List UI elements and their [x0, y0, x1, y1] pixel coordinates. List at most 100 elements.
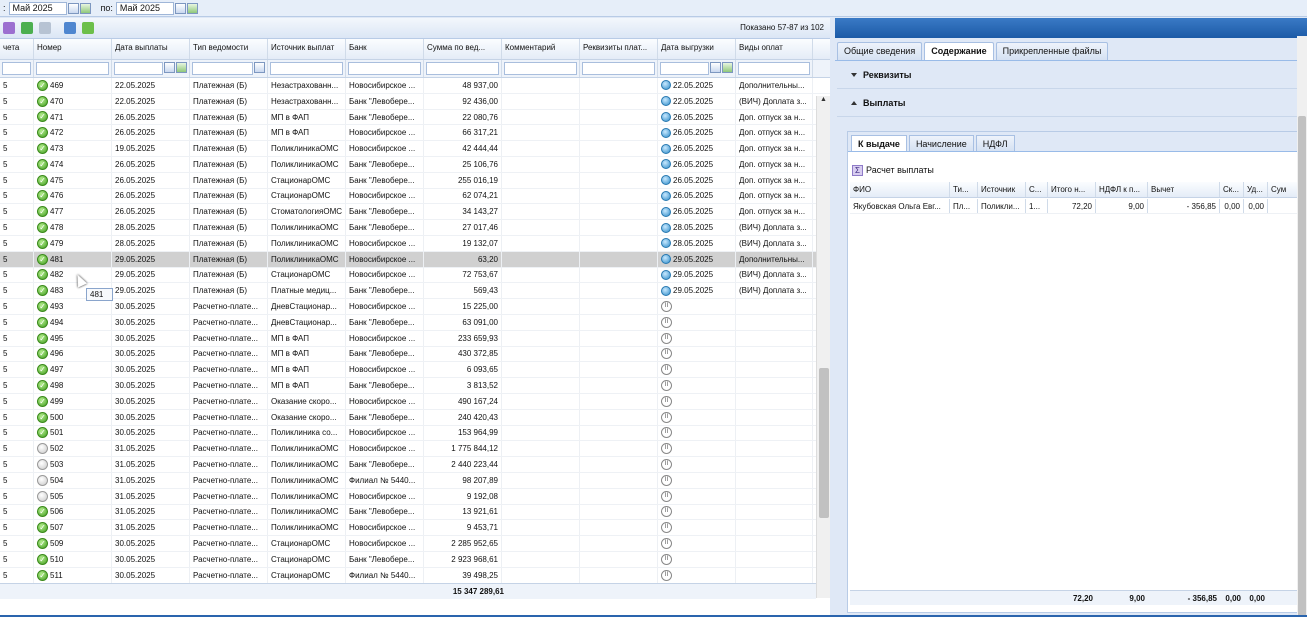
payments-column-header[interactable]: Уд... [1244, 182, 1268, 197]
table-row[interactable]: 5 ✓ 510 30.05.2025 Расчетно-плате... Стациона… [0, 551, 830, 568]
calendar-icon[interactable] [174, 2, 186, 14]
payments-row[interactable]: Якубовская Ольга Евг... Пл... Поликли... 1.… [850, 199, 1306, 214]
table-row[interactable]: 5 ✓ 472 26.05.2025 Платежная (Б) МП в ФАП Ново… [0, 125, 830, 142]
scroll-thumb[interactable] [819, 368, 829, 518]
statement-number: 473 [50, 144, 64, 154]
column-header[interactable]: Тип ведомости [190, 39, 268, 59]
period-to-field[interactable]: Май 2025 [115, 1, 174, 15]
table-row[interactable]: 5 ✓ 496 30.05.2025 Расчетно-плате... МП в ФАП… [0, 346, 830, 363]
table-cell: 29.05.2025 [112, 267, 190, 283]
filter-input[interactable] [426, 62, 499, 75]
status-approved-icon: ✓ [37, 127, 48, 139]
filter-input[interactable] [2, 62, 31, 75]
column-header[interactable]: чета [0, 39, 34, 59]
approve-icon[interactable] [21, 22, 33, 34]
section-payments[interactable]: Выплаты [837, 89, 1307, 117]
refresh-icon[interactable] [82, 22, 94, 34]
column-header[interactable]: Дата выплаты [112, 39, 190, 59]
tab-attachments[interactable]: Прикрепленные файлы [995, 42, 1109, 60]
print-icon[interactable] [64, 22, 76, 34]
period-from-field[interactable]: Май 2025 [8, 1, 67, 15]
calendar-icon[interactable] [164, 62, 175, 73]
section-requisites[interactable]: Реквизиты [837, 61, 1307, 89]
table-row[interactable]: 5 ✓ 474 26.05.2025 Платежная (Б) ПоликлиникаО… [0, 156, 830, 173]
table-row[interactable]: 5 ✓ 506 31.05.2025 Расчетно-плате... Поликлин… [0, 504, 830, 521]
status-approved-icon: ✓ [37, 427, 48, 439]
status-approved-icon: ✓ [37, 143, 48, 155]
table-row[interactable]: 5 ✓ 477 26.05.2025 Платежная (Б) Стоматология… [0, 204, 830, 221]
payments-column-header[interactable]: ФИО [850, 182, 950, 197]
calc-payment-button[interactable]: Σ Расчет выплаты [852, 162, 934, 178]
column-header[interactable]: Сумма по вед... [424, 39, 502, 59]
menu-icon[interactable] [3, 22, 15, 34]
table-row[interactable]: 5 ✓ 476 26.05.2025 Платежная (Б) СтационарОМС… [0, 188, 830, 205]
table-row[interactable]: 5 ✓ 507 31.05.2025 Расчетно-плате... Поликлин… [0, 520, 830, 537]
filter-input[interactable] [660, 62, 709, 75]
tab-content[interactable]: Содержание [924, 42, 994, 60]
table-row[interactable]: 5 ✓ 493 30.05.2025 Расчетно-плате... ДневСтац… [0, 299, 830, 315]
column-header[interactable]: Банк [346, 39, 424, 59]
table-row[interactable]: 5 ✓ 511 30.05.2025 Расчетно-плате... Стациона… [0, 567, 830, 584]
column-header[interactable]: Источник выплат [268, 39, 346, 59]
table-row[interactable]: 5 ✓ 475 26.05.2025 Платежная (Б) СтационарОМС… [0, 172, 830, 189]
payments-column-header[interactable]: Вычет [1148, 182, 1220, 197]
table-row[interactable]: 5 ✓ 482 29.05.2025 Платежная (Б) СтационарОМС… [0, 267, 830, 284]
payments-column-header[interactable]: С... [1026, 182, 1048, 197]
filter-input[interactable] [36, 62, 109, 75]
clear-filter-icon[interactable] [722, 62, 733, 73]
table-row[interactable]: 5 ✓ 478 28.05.2025 Платежная (Б) ПоликлиникаО… [0, 220, 830, 236]
payments-column-header[interactable]: Итого н... [1048, 182, 1096, 197]
calendar-icon[interactable] [67, 2, 79, 14]
table-row[interactable]: 5 ✓ 473 19.05.2025 Платежная (Б) ПоликлиникаО… [0, 141, 830, 157]
filter-input[interactable] [738, 62, 810, 75]
table-row[interactable]: 5 ✓ 501 30.05.2025 Расчетно-плате... Поликлин… [0, 425, 830, 442]
table-cell: Филиал № 5440... [346, 567, 424, 583]
tab-general[interactable]: Общие сведения [837, 42, 923, 60]
filter-input[interactable] [582, 62, 655, 75]
calendar-icon[interactable] [710, 62, 721, 73]
table-row[interactable]: 5 ✓ 479 28.05.2025 Платежная (Б) ПоликлиникаО… [0, 235, 830, 252]
clear-filter-icon[interactable] [176, 62, 187, 73]
table-row[interactable]: 5 ✓ 499 30.05.2025 Расчетно-плате... Оказание… [0, 393, 830, 410]
filter-input[interactable] [348, 62, 421, 75]
table-row[interactable]: 5 ✓ 497 30.05.2025 Расчетно-плате... МП в ФАП… [0, 362, 830, 379]
subtab-to-pay[interactable]: К выдаче [851, 135, 907, 151]
table-row[interactable]: 5 502 31.05.2025 Расчетно-плате... Поликлини… [0, 441, 830, 458]
table-row[interactable]: 5 ✓ 498 30.05.2025 Расчетно-плате... МП в ФАП… [0, 378, 830, 394]
subtab-ndfl[interactable]: НДФЛ [975, 135, 1015, 151]
chevron-down-icon[interactable] [254, 62, 265, 73]
table-row[interactable]: 5 ✓ 471 26.05.2025 Платежная (Б) МП в ФАП Банк… [0, 109, 830, 126]
column-header[interactable]: Реквизиты плат... [580, 39, 658, 59]
column-header[interactable]: Номер [34, 39, 112, 59]
table-row[interactable]: 5 ✓ 494 30.05.2025 Расчетно-плате... ДневСтац… [0, 314, 830, 331]
column-header[interactable]: Комментарий [502, 39, 580, 59]
refresh-date-icon[interactable] [186, 2, 198, 14]
refresh-date-icon[interactable] [79, 2, 91, 14]
table-row[interactable]: 5 505 31.05.2025 Расчетно-плате... Поликлини… [0, 488, 830, 505]
scroll-thumb[interactable] [1298, 116, 1306, 617]
column-header[interactable]: Виды оплат [736, 39, 813, 59]
table-row[interactable]: 5 ✓ 469 22.05.2025 Платежная (Б) Незастрахова… [0, 78, 830, 94]
table-row[interactable]: 5 ✓ 509 30.05.2025 Расчетно-плате... Стациона… [0, 536, 830, 552]
mail-icon[interactable] [39, 22, 51, 34]
table-row[interactable]: 5 504 31.05.2025 Расчетно-плате... Поликлини… [0, 472, 830, 489]
column-header[interactable]: Дата выгрузки [658, 39, 736, 59]
table-row[interactable]: 5 ✓ 483 29.05.2025 Платежная (Б) Платные меди… [0, 283, 830, 300]
payments-column-header[interactable]: НДФЛ к п... [1096, 182, 1148, 197]
payments-column-header[interactable]: Источник [978, 182, 1026, 197]
payments-column-header[interactable]: Ти... [950, 182, 978, 197]
filter-input[interactable] [504, 62, 577, 75]
filter-input[interactable] [114, 62, 163, 75]
filter-input[interactable] [270, 62, 343, 75]
payments-column-header[interactable]: Ск... [1220, 182, 1244, 197]
table-row[interactable]: 5 ✓ 481 29.05.2025 Платежная (Б) ПоликлиникаО… [0, 251, 830, 268]
details-scrollbar[interactable] [1297, 36, 1307, 617]
table-row[interactable]: 5 ✓ 495 30.05.2025 Расчетно-плате... МП в ФАП… [0, 330, 830, 347]
scroll-up-icon[interactable]: ▲ [817, 96, 830, 106]
table-row[interactable]: 5 ✓ 500 30.05.2025 Расчетно-плате... Оказание… [0, 409, 830, 426]
table-row[interactable]: 5 503 31.05.2025 Расчетно-плате... Поликлини… [0, 457, 830, 473]
filter-input[interactable] [192, 62, 253, 75]
subtab-accrual[interactable]: Начисление [908, 135, 974, 151]
grid-scrollbar[interactable]: ▲ [816, 96, 830, 598]
table-row[interactable]: 5 ✓ 470 22.05.2025 Платежная (Б) Незастрахова… [0, 93, 830, 110]
